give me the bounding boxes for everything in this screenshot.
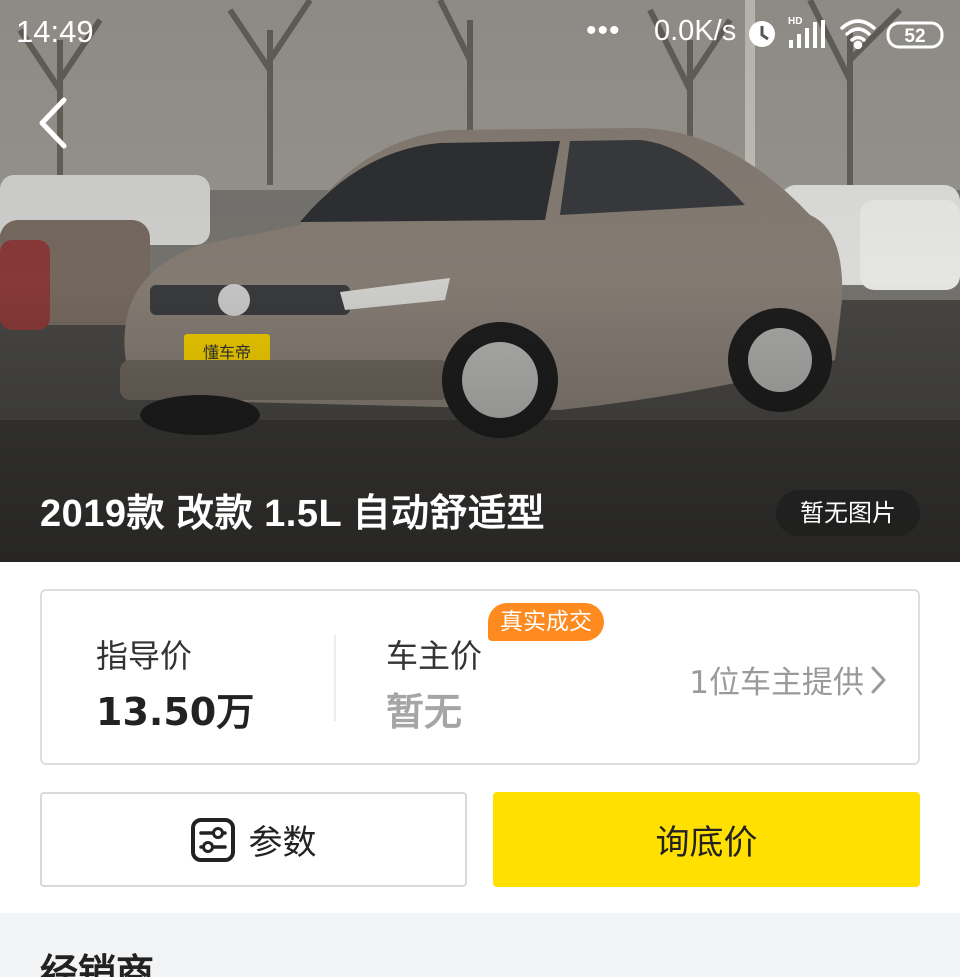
inquiry-price-button[interactable]: 询底价 [493,792,920,887]
status-icons: HD 52 [749,16,944,50]
photo-shade [0,0,960,562]
signal-tag: HD [788,16,802,27]
chevron-right-icon [871,666,886,693]
battery-icon: 52 [886,21,944,49]
signal-bars-icon: HD [788,16,825,48]
price-divider [334,635,336,721]
inquiry-button-label: 询底价 [655,823,758,863]
battery-level: 52 [904,26,925,47]
alarm-clock-icon [749,21,775,47]
status-bar: 14:49 ••• 0.0K/s HD 52 [0,0,960,66]
network-speed: 0.0K/s [654,15,737,47]
chevron-left-icon [39,97,67,149]
owner-price-link[interactable]: 1位车主提供 [689,657,888,702]
guide-price-label: 指导价 [96,637,193,675]
car-model-title: 2019款 改款 1.5L 自动舒适型 [40,493,546,535]
no-image-chip[interactable]: 暂无图片 [776,490,920,536]
back-button[interactable] [26,92,86,156]
params-button[interactable]: 参数 [40,792,467,887]
status-more-dots: ••• [586,14,621,47]
sliders-icon [190,817,235,862]
price-card: 指导价 13.50万 车主价 暂无 真实成交 1位车主提供 [40,589,920,765]
real-deal-badge: 真实成交 [488,603,604,641]
params-button-label: 参数 [248,823,317,863]
car-photo-header: 懂车帝 14:49 ••• 0.0K/s HD [0,0,960,562]
owner-price-label: 车主价 [386,637,483,675]
owner-price-link-label: 1位车主提供 [689,665,864,701]
status-time: 14:49 [16,14,94,49]
wifi-icon [840,19,876,50]
owner-price-value: 暂无 [386,690,463,734]
dealer-section-title: 经销商 [40,951,155,977]
guide-price-value: 13.50万 [96,690,255,734]
